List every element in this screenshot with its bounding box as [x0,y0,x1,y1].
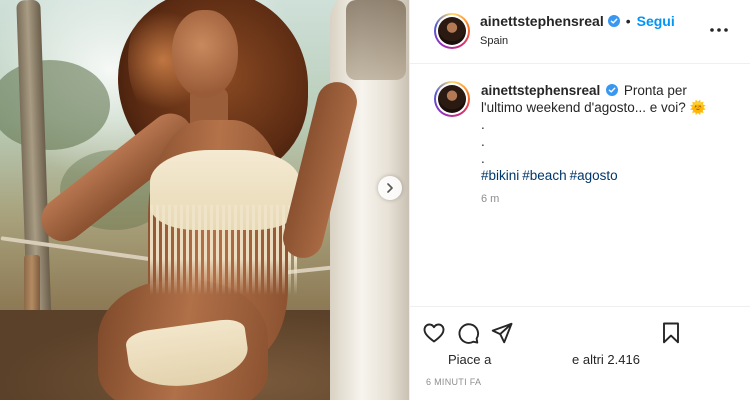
caption-timestamp: 6 m [481,193,500,205]
verified-badge-icon [607,15,620,27]
photo-bark [346,0,406,80]
caption-dot: . [481,151,485,166]
more-options-icon [710,28,728,32]
caption-text-line2: l'ultimo weekend d'agosto... e voi? [481,100,686,115]
chevron-right-icon [387,183,393,193]
sun-emoji: 🌞 [689,100,707,115]
hashtag-link[interactable]: #bikini [481,168,519,183]
likes-text-end: e altri 2.416 [572,352,640,366]
action-bar [410,306,750,356]
author-username[interactable]: ainettstephensreal [480,13,604,29]
follow-button[interactable]: Segui [637,13,675,29]
verified-badge-icon [606,84,619,96]
share-icon[interactable] [490,321,514,345]
post-header: ainettstephensreal • Segui Spain [410,0,750,64]
author-line: ainettstephensreal • Segui [480,13,675,29]
caption-author-avatar[interactable] [434,81,470,117]
separator-dot: • [625,13,631,29]
next-photo-button[interactable] [378,176,402,200]
more-options-button[interactable] [707,18,731,42]
caption-author-username[interactable]: ainettstephensreal [481,83,600,98]
photo-bikini-fringe [150,205,300,295]
post-photo[interactable] [0,0,409,400]
caption-text-line1: Pronta per [623,83,687,98]
caption-dot: . [481,117,485,132]
caption-dot: . [481,134,485,149]
bookmark-icon[interactable] [659,321,683,345]
likes-summary[interactable]: Piace a e altri 2.416 [448,352,678,366]
avatar-image [438,85,466,113]
comment-icon[interactable] [456,321,480,345]
author-avatar[interactable] [434,13,470,49]
hashtag-link[interactable]: #agosto [570,168,618,183]
post-location[interactable]: Spain [480,35,508,47]
heart-icon[interactable] [422,321,446,345]
caption-hashtags: #bikini #beach #agosto [481,167,721,184]
likes-text-start: Piace a [448,352,492,366]
photo-face [172,10,238,98]
post-timestamp[interactable]: 6 MINUTI FA [426,377,481,387]
post-caption: ainettstephensreal Pronta per l'ultimo w… [481,82,721,184]
avatar-image [438,17,466,45]
hashtag-link[interactable]: #beach [522,168,566,183]
post-side-panel: ainettstephensreal • Segui Spain ainetts… [409,0,750,400]
